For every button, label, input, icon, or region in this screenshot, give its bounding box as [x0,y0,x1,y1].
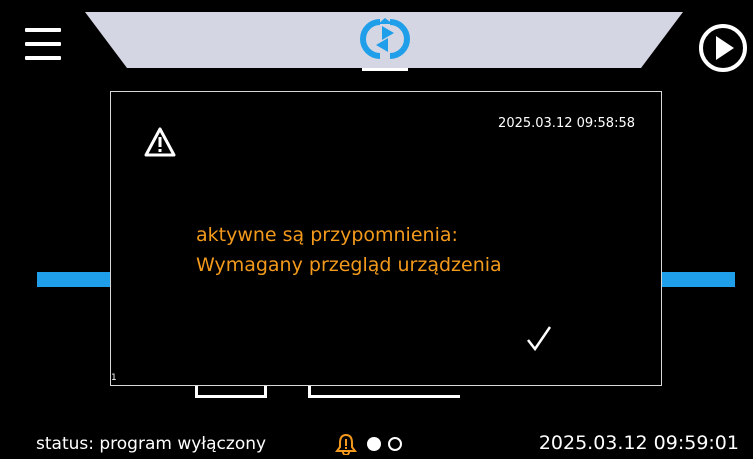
reminder-dialog: 2025.03.12 09:58:58 aktywne są przypomni… [110,91,662,386]
status-text: status: program wyłączony [36,434,267,454]
menu-line [25,56,61,60]
menu-line [25,42,61,46]
clock: 2025.03.12 09:59:01 [538,432,739,454]
message-line: Wymagany przegląd urządzenia [196,254,502,276]
checkmark-icon[interactable] [525,324,553,352]
message-line: aktywne są przypomnienia: [196,224,458,246]
background-frame [195,384,267,398]
status-bar: status: program wyłączony 2025.03.12 09:… [0,426,753,459]
bell-alert-icon[interactable] [335,433,357,455]
cycle-arrows-icon[interactable] [356,18,414,60]
warning-triangle-icon [144,127,176,157]
dialog-message: aktywne są przypomnienia: Wymagany przeg… [196,220,502,280]
dialog-timestamp: 2025.03.12 09:58:58 [498,116,635,131]
progress-bar-right [661,272,735,287]
play-circle-icon[interactable] [697,22,749,74]
menu-line [25,28,61,32]
menu-icon[interactable] [25,28,61,68]
progress-bar-left [37,272,111,287]
background-frame [308,384,460,398]
page-dot[interactable] [388,437,402,451]
dialog-index: 1 [111,373,117,383]
page-dot-active[interactable] [367,437,381,451]
tab-indicator [362,68,408,71]
